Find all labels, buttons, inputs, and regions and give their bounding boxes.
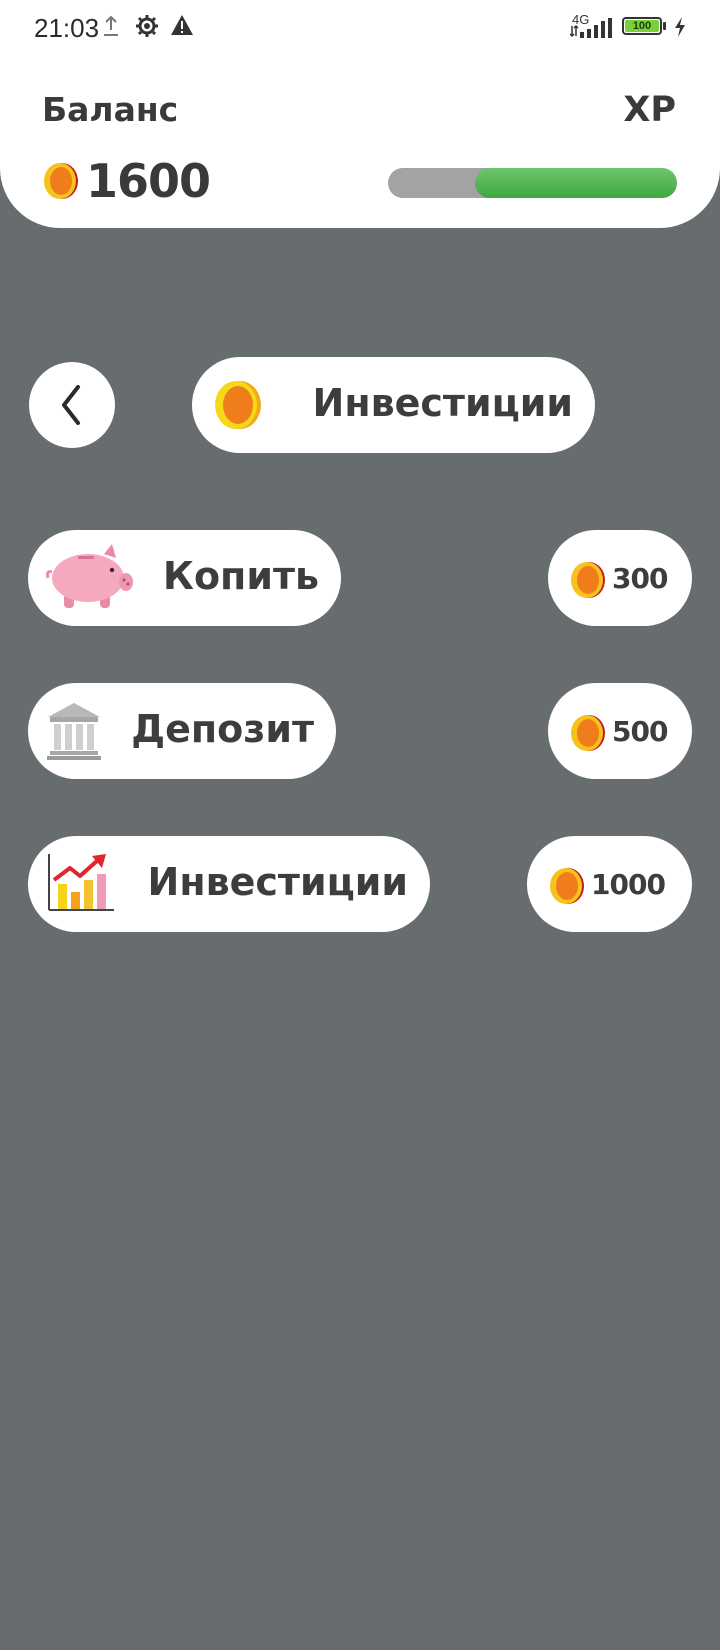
- status-bar: 21:03 4G 100: [0, 0, 720, 56]
- balance-value: 1600: [86, 154, 211, 208]
- upload-icon: [103, 14, 119, 42]
- back-button[interactable]: [29, 362, 115, 448]
- battery-icon: 100: [622, 17, 662, 35]
- xp-label: XP: [623, 90, 676, 130]
- signal-icon: [569, 18, 614, 42]
- option-label: Депозит: [131, 707, 314, 751]
- price-save[interactable]: 300: [548, 530, 692, 626]
- xp-progress-bar: [388, 168, 677, 198]
- page-title-pill: Инвестиции: [192, 357, 595, 453]
- price-value: 300: [612, 562, 668, 595]
- coin-icon: [43, 162, 79, 204]
- growth-chart-icon: [46, 852, 116, 918]
- coin-icon: [214, 379, 262, 435]
- option-save[interactable]: Копить: [28, 530, 341, 626]
- battery-level: 100: [625, 20, 659, 32]
- price-deposit[interactable]: 500: [548, 683, 692, 779]
- balance-label: Баланс: [42, 90, 179, 129]
- page-title: Инвестиции: [312, 381, 573, 425]
- option-deposit[interactable]: Депозит: [28, 683, 336, 779]
- price-value: 1000: [591, 868, 666, 901]
- warning-icon: [170, 14, 194, 40]
- header-panel: 21:03 4G 100 Баланс XP 1600: [0, 0, 720, 228]
- piggy-bank-icon: [46, 542, 134, 616]
- battery-tip: [663, 22, 666, 30]
- coin-icon: [549, 867, 585, 909]
- option-label: Инвестиции: [147, 860, 408, 904]
- coin-icon: [570, 714, 606, 756]
- option-investments[interactable]: Инвестиции: [28, 836, 430, 932]
- option-label: Копить: [162, 554, 319, 598]
- bank-icon: [46, 701, 102, 765]
- charging-icon: [673, 17, 687, 41]
- xp-progress-fill: [474, 168, 677, 198]
- status-time: 21:03: [34, 13, 100, 43]
- settings-icon: [135, 14, 159, 42]
- price-value: 500: [612, 715, 668, 748]
- coin-icon: [570, 561, 606, 603]
- price-investments[interactable]: 1000: [527, 836, 692, 932]
- chevron-left-icon: [62, 385, 80, 425]
